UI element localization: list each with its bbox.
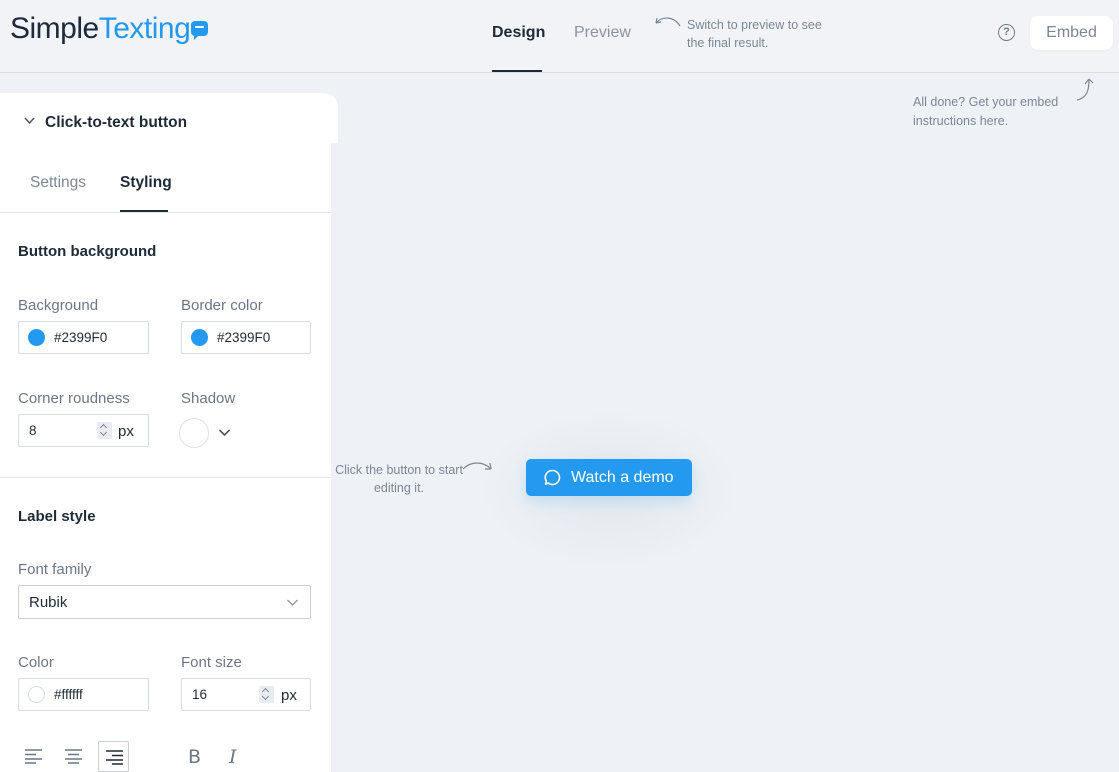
- top-header: SimpleTexting Design Preview Switch to p…: [0, 0, 1119, 73]
- stepper-arrows-icon[interactable]: [97, 422, 112, 439]
- simpletexting-logo[interactable]: SimpleTexting: [10, 12, 209, 46]
- chevron-down-icon[interactable]: [218, 426, 231, 439]
- align-right-icon: [106, 750, 123, 765]
- font-family-label: Font family: [18, 561, 92, 578]
- border-color-value: #2399F0: [217, 330, 271, 345]
- label-color-value: #ffffff: [54, 687, 83, 702]
- background-label: Background: [18, 297, 99, 314]
- chevron-down-icon: [287, 599, 298, 606]
- watch-demo-label: Watch a demo: [571, 469, 674, 486]
- unit-label: px: [281, 687, 297, 704]
- canvas-hint-text: Click the button to start editing it.: [335, 463, 463, 495]
- question-circle-icon[interactable]: ?: [998, 24, 1015, 41]
- unit-label: px: [118, 423, 134, 440]
- embed-hint-text: All done? Get your embed instructions he…: [913, 95, 1059, 128]
- border-color-label: Border color: [181, 297, 263, 314]
- preview-hint-text: Switch to preview to see the final resul…: [687, 18, 822, 50]
- label-color-input[interactable]: #ffffff: [18, 678, 149, 711]
- italic-button[interactable]: I: [229, 746, 237, 768]
- border-color-input[interactable]: #2399F0: [181, 321, 311, 354]
- logo-text-simple: Simple: [10, 12, 99, 45]
- embed-button[interactable]: Embed: [1030, 16, 1113, 50]
- tab-preview[interactable]: Preview: [574, 24, 631, 42]
- divider: [0, 477, 331, 478]
- curved-arrow-icon: [655, 17, 681, 27]
- color-swatch[interactable]: [28, 329, 45, 346]
- chevron-down-icon[interactable]: [24, 115, 35, 126]
- corner-roundness-label: Corner roudness: [18, 390, 130, 407]
- logo-bubble-icon: [191, 20, 209, 40]
- label-style-heading: Label style: [18, 508, 96, 525]
- stepper-arrows-icon[interactable]: [259, 686, 274, 703]
- font-family-select[interactable]: Rubik: [18, 585, 311, 619]
- tab-design[interactable]: Design: [492, 24, 545, 42]
- tab-styling[interactable]: Styling: [120, 174, 172, 192]
- align-center-icon: [65, 749, 82, 764]
- chat-bubble-icon: [544, 469, 561, 486]
- corner-roundness-value: 8: [29, 423, 37, 438]
- color-swatch[interactable]: [191, 329, 208, 346]
- corner-roundness-input[interactable]: 8 px: [18, 414, 149, 447]
- shadow-label: Shadow: [181, 390, 236, 407]
- tab-settings[interactable]: Settings: [30, 174, 86, 192]
- label-color-label: Color: [18, 654, 54, 671]
- align-right-button[interactable]: [98, 741, 129, 772]
- button-background-heading: Button background: [18, 243, 157, 260]
- logo-text-texting: Texting: [98, 12, 191, 45]
- font-size-value: 16: [192, 687, 208, 702]
- align-center-button[interactable]: [58, 741, 89, 772]
- bold-button[interactable]: B: [188, 746, 201, 768]
- align-left-button[interactable]: [18, 741, 49, 772]
- font-family-value: Rubik: [29, 594, 68, 611]
- panel-title[interactable]: Click-to-text button: [45, 114, 187, 132]
- color-swatch[interactable]: [28, 686, 45, 703]
- divider: [0, 212, 331, 213]
- font-size-label: Font size: [181, 654, 242, 671]
- font-size-input[interactable]: 16 px: [181, 678, 311, 711]
- panel-edge: [331, 143, 338, 772]
- watch-demo-button[interactable]: Watch a demo: [526, 459, 692, 496]
- active-tab-indicator: [492, 70, 542, 72]
- background-color-value: #2399F0: [54, 330, 108, 345]
- shadow-swatch[interactable]: [179, 418, 209, 448]
- background-color-input[interactable]: #2399F0: [18, 321, 149, 354]
- align-left-icon: [25, 749, 42, 764]
